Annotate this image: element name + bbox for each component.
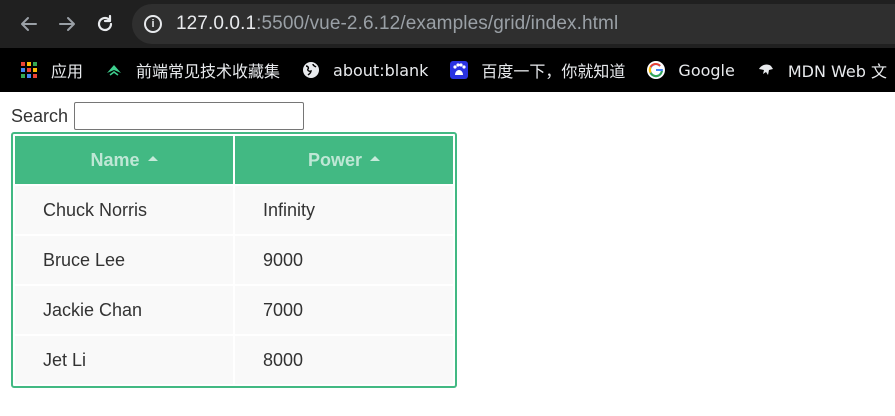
bookmark-mdn[interactable]: MDN Web 文 <box>757 58 887 82</box>
url-text: 127.0.0.1:5500/vue-2.6.12/examples/grid/… <box>176 13 618 35</box>
cell-name: Chuck Norris <box>15 186 233 234</box>
bookmark-label: 应用 <box>51 62 84 81</box>
bookmark-label: about:blank <box>333 60 429 80</box>
column-header-power[interactable]: Power <box>235 136 453 184</box>
info-icon[interactable]: i <box>144 15 162 33</box>
column-header-name[interactable]: Name <box>15 136 233 184</box>
browser-toolbar: i 127.0.0.1:5500/vue-2.6.12/examples/gri… <box>0 0 895 48</box>
reload-icon <box>97 14 113 32</box>
bookmark-label: MDN Web 文 <box>787 62 887 81</box>
cell-power: 8000 <box>235 336 453 384</box>
mdn-icon <box>757 61 775 79</box>
reload-button[interactable] <box>88 7 122 41</box>
table-row: Jackie Chan 7000 <box>15 286 453 334</box>
google-icon <box>647 61 666 79</box>
column-header-label: Name <box>90 149 140 170</box>
apps-grid-icon <box>20 61 38 79</box>
cell-power: 7000 <box>235 286 453 334</box>
page-content: Search Name Power Chuck Norris Infinity … <box>0 92 895 388</box>
bookmark-label: Google <box>678 60 735 80</box>
sort-ascending-icon <box>370 156 381 162</box>
browser-chrome: i 127.0.0.1:5500/vue-2.6.12/examples/gri… <box>0 0 895 92</box>
back-button[interactable] <box>12 7 46 41</box>
url-path: :5500/vue-2.6.12/examples/grid/index.htm… <box>256 13 619 34</box>
search-form: Search <box>11 102 895 130</box>
address-bar[interactable]: i 127.0.0.1:5500/vue-2.6.12/examples/gri… <box>132 4 895 44</box>
cell-power: Infinity <box>235 186 453 234</box>
bookmark-about-blank[interactable]: about:blank <box>302 61 428 80</box>
cell-name: Bruce Lee <box>15 236 233 284</box>
globe-icon <box>302 61 320 79</box>
search-input[interactable] <box>74 102 305 130</box>
bookmark-baidu[interactable]: 百度一下，你就知道 <box>450 58 625 82</box>
bookmark-label: 前端常见技术收藏集 <box>136 62 281 81</box>
arrow-right-icon <box>59 17 75 31</box>
bookmark-apps[interactable]: 应用 <box>20 58 83 82</box>
arrow-left-icon <box>21 17 37 31</box>
bookmark-google[interactable]: Google <box>647 60 735 80</box>
search-label: Search <box>11 105 69 126</box>
baidu-icon <box>450 61 469 79</box>
table-row: Chuck Norris Infinity <box>15 186 453 234</box>
cell-power: 9000 <box>235 236 453 284</box>
table-row: Bruce Lee 9000 <box>15 236 453 284</box>
sort-ascending-icon <box>147 156 158 162</box>
juejin-icon <box>105 61 123 79</box>
bookmark-frontend-collection[interactable]: 前端常见技术收藏集 <box>105 58 280 82</box>
bookmark-label: 百度一下，你就知道 <box>481 62 626 81</box>
table-row: Jet Li 8000 <box>15 336 453 384</box>
cell-name: Jet Li <box>15 336 233 384</box>
url-host: 127.0.0.1 <box>176 13 257 34</box>
bookmarks-bar: 应用 前端常见技术收藏集 about:blank 百度一下，你就知道 Googl… <box>0 48 895 92</box>
forward-button[interactable] <box>50 7 84 41</box>
column-header-label: Power <box>307 149 363 170</box>
cell-name: Jackie Chan <box>15 286 233 334</box>
header-row: Name Power <box>15 136 453 184</box>
data-grid: Name Power Chuck Norris Infinity Bruce L… <box>11 132 457 388</box>
